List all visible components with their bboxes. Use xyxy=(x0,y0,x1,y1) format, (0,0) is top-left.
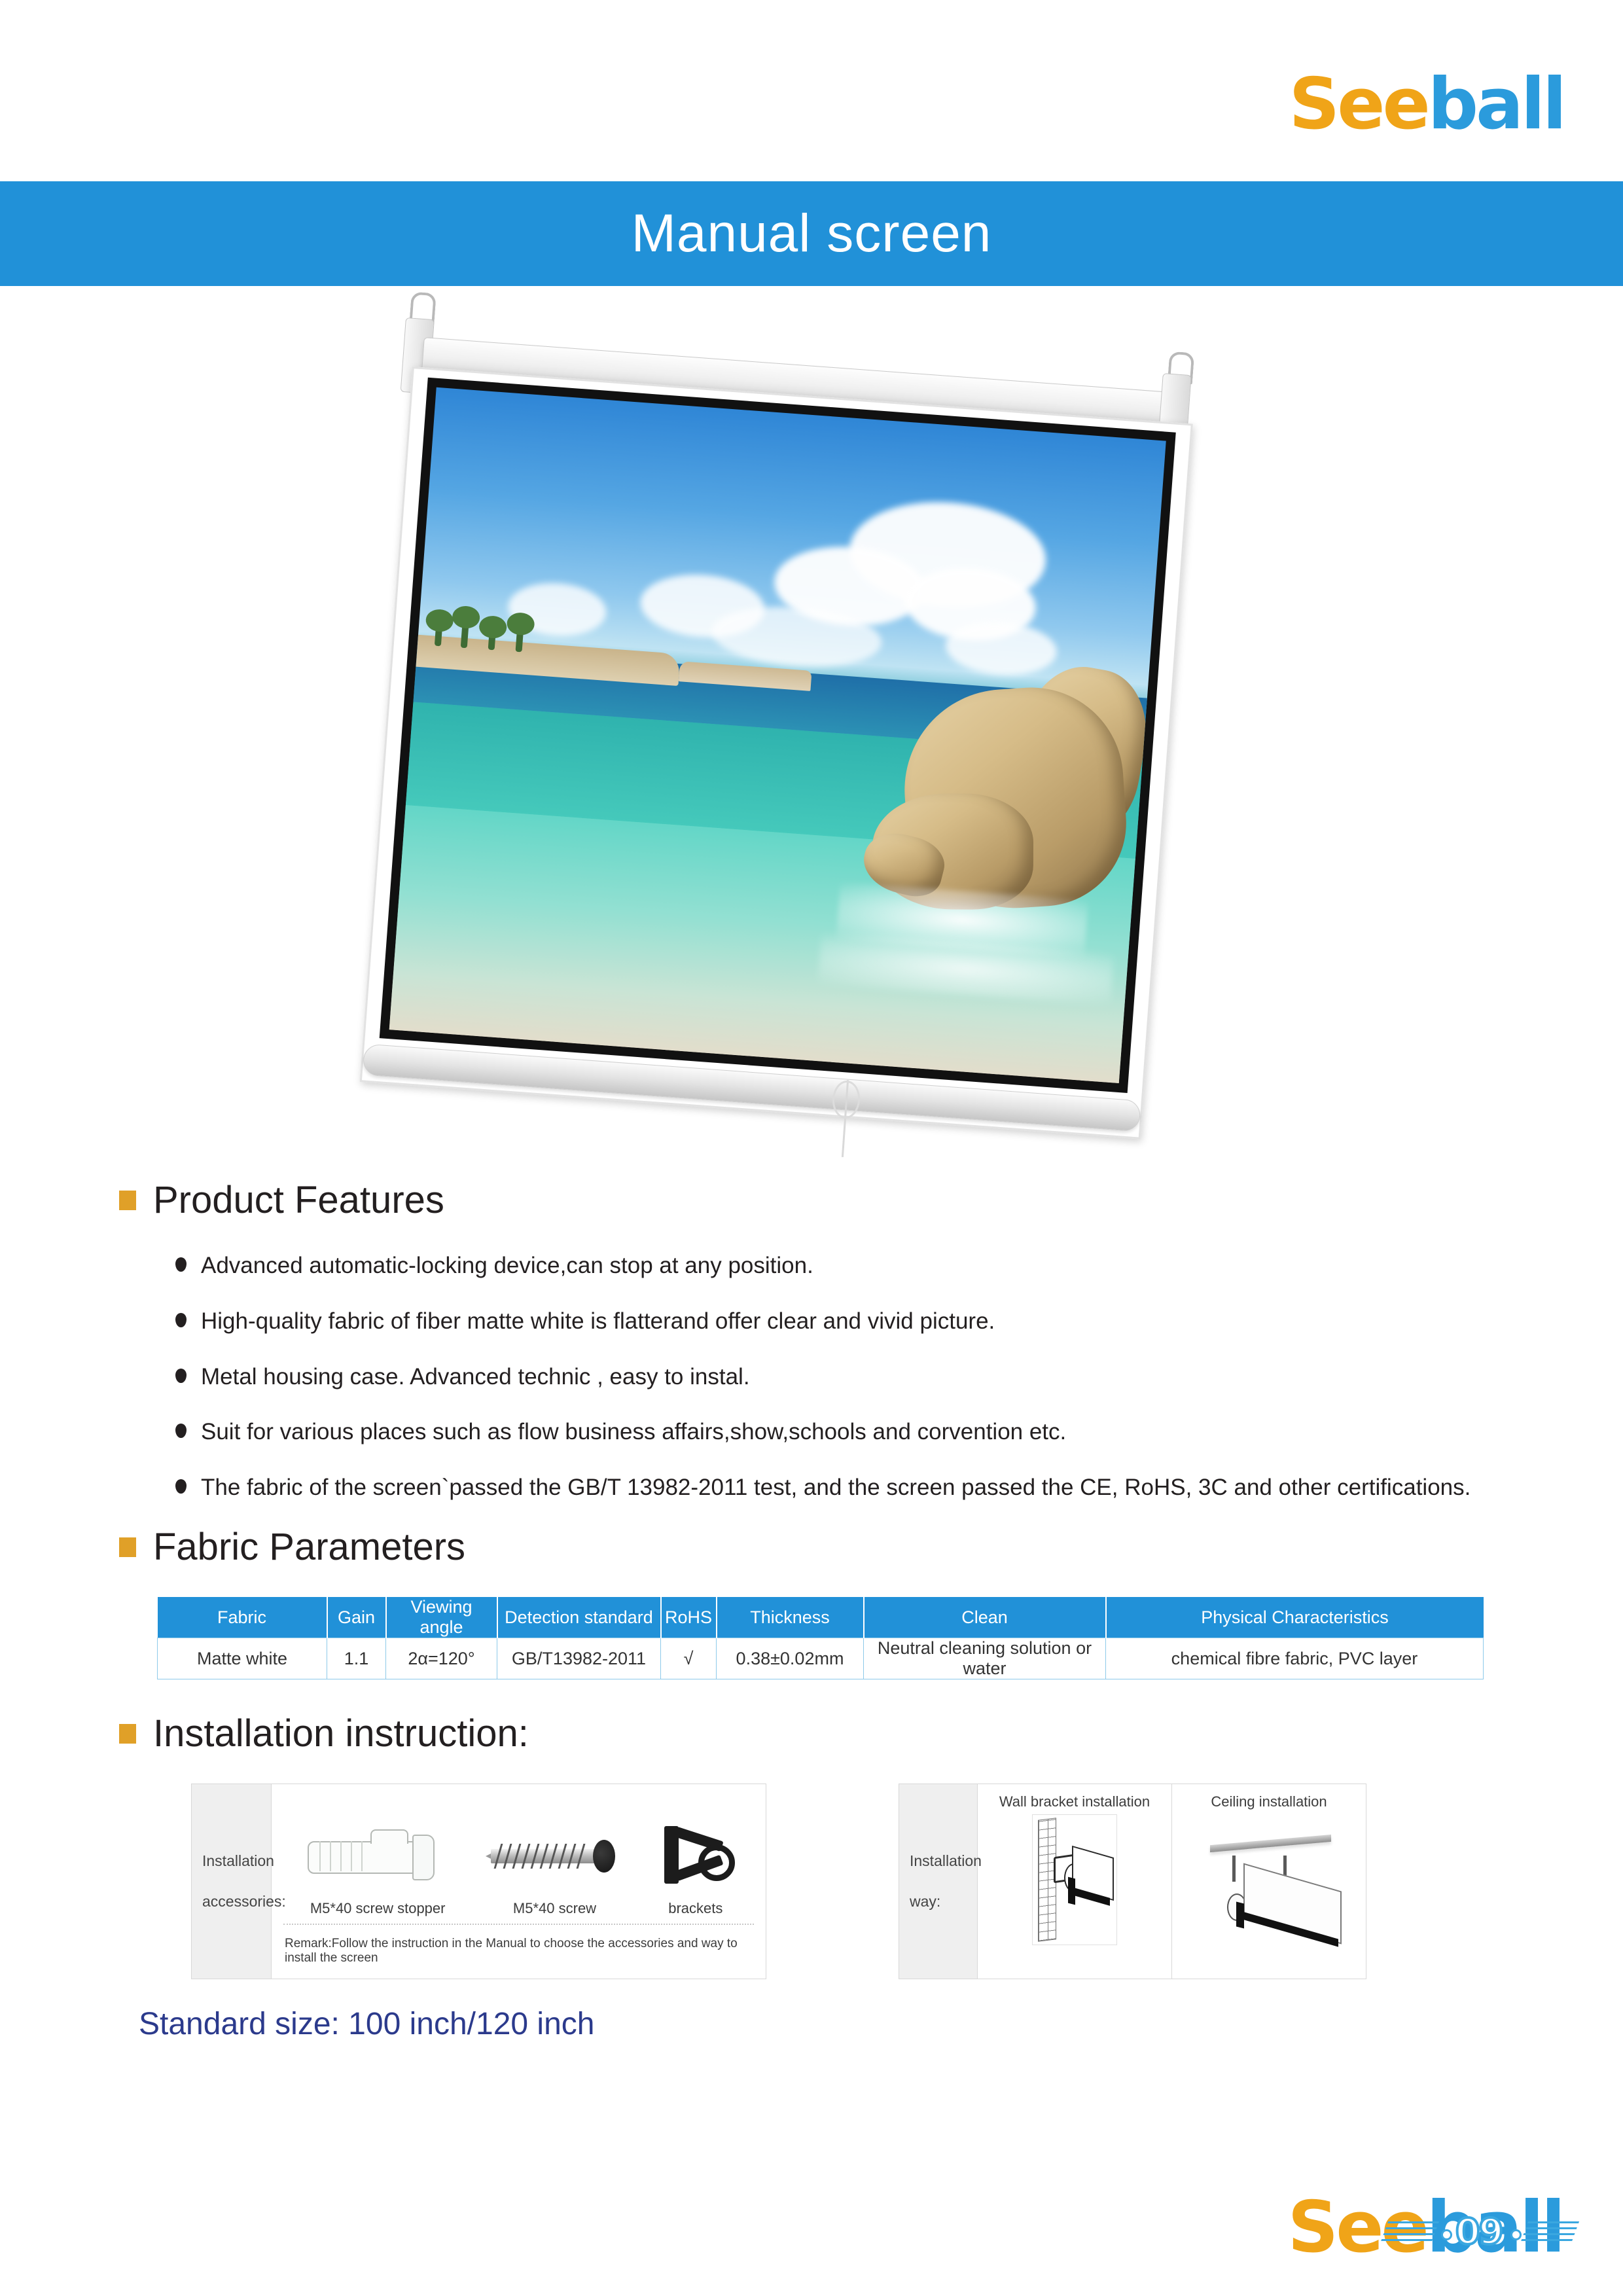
cloud-shape xyxy=(944,619,1059,679)
installation-accessories-label: Installation accessories: xyxy=(192,1784,286,1979)
bullet-dot-icon xyxy=(175,1479,187,1494)
list-item: Suit for various places such as flow bus… xyxy=(175,1418,1478,1446)
cell-clean: Neutral cleaning solution or water xyxy=(863,1638,1106,1679)
list-item: Advanced automatic-locking device,can st… xyxy=(175,1251,1478,1280)
column-header-fabric: Fabric xyxy=(157,1597,328,1638)
accessory-item: M5*40 screw xyxy=(486,1818,623,1917)
feature-text: Advanced automatic-locking device,can st… xyxy=(201,1253,813,1278)
column-header-gain: Gain xyxy=(327,1597,387,1638)
installation-way-option: Wall bracket installation xyxy=(978,1784,1171,1979)
accessory-label: M5*40 screw xyxy=(512,1900,597,1916)
list-item: The fabric of the screen`passed the GB/T… xyxy=(175,1473,1478,1502)
cell-thickness: 0.38±0.02mm xyxy=(716,1638,864,1679)
section-heading-label: Fabric Parameters xyxy=(153,1526,466,1568)
plastic-wall-anchor-icon xyxy=(308,1818,448,1895)
screw-icon xyxy=(486,1818,623,1895)
installation-accessories-panel: Installation accessories: M5*40 screw st… xyxy=(191,1784,766,1979)
section-heading-label: Product Features xyxy=(153,1179,444,1221)
bullet-dot-icon xyxy=(175,1424,187,1439)
page-title-banner: Manual screen xyxy=(0,181,1623,286)
section-heading-fabric-parameters: Fabric Parameters xyxy=(119,1525,465,1569)
installation-way-label: Installation way: xyxy=(899,1784,982,1979)
palm-tree-icon xyxy=(425,608,454,646)
column-header-detection-standard: Detection standard xyxy=(497,1597,662,1638)
logo-see-part: See xyxy=(1289,63,1430,145)
square-bullet-icon xyxy=(119,1190,136,1210)
feature-text: Metal housing case. Advanced technic , e… xyxy=(201,1363,750,1390)
screen-projected-picture xyxy=(389,387,1166,1084)
section-heading-installation-instruction: Installation instruction: xyxy=(119,1712,529,1755)
table-header-row: Fabric Gain Viewing angle Detection stan… xyxy=(157,1597,1484,1638)
fabric-parameters-table: Fabric Gain Viewing angle Detection stan… xyxy=(157,1597,1484,1679)
bullet-dot-icon xyxy=(175,1312,187,1327)
footer-logo: Seeball xyxy=(1287,2181,1565,2263)
list-item: High-quality fabric of fiber matte white… xyxy=(175,1307,1478,1336)
installation-way-option: Ceiling installation xyxy=(1171,1784,1366,1979)
accessory-label: brackets xyxy=(668,1900,723,1916)
accessory-item: M5*40 screw stopper xyxy=(308,1818,448,1917)
cell-fabric: Matte white xyxy=(157,1638,327,1679)
square-bullet-icon xyxy=(119,1723,136,1744)
footer-logo-ball-part: ball xyxy=(1426,2186,1565,2269)
footer-brand-logo-text: Seeball xyxy=(1287,2192,1565,2263)
feature-text: The fabric of the screen`passed the GB/T… xyxy=(201,1475,1471,1500)
feature-text: High-quality fabric of fiber matte white… xyxy=(201,1308,995,1334)
accessories-items: M5*40 screw stopper M5*40 screw brackets xyxy=(272,1784,766,1924)
cell-detection-standard: GB/T13982-2011 xyxy=(497,1638,661,1679)
way-label-line2: way: xyxy=(910,1893,941,1910)
installation-panels: Installation accessories: M5*40 screw st… xyxy=(191,1784,1366,1979)
page-title: Manual screen xyxy=(631,204,992,263)
column-header-physical-characteristics: Physical Characteristics xyxy=(1105,1597,1484,1638)
brand-logo-text: Seeball xyxy=(1289,69,1567,139)
wall-bracket-diagram-icon xyxy=(983,1814,1166,1972)
column-header-clean: Clean xyxy=(863,1597,1107,1638)
bracket-icon xyxy=(662,1818,735,1895)
section-heading-label: Installation instruction: xyxy=(153,1712,529,1755)
way-option-label: Wall bracket installation xyxy=(999,1793,1150,1810)
column-header-thickness: Thickness xyxy=(716,1597,865,1638)
product-features-list: Advanced automatic-locking device,can st… xyxy=(175,1251,1478,1529)
installation-way-panel: Installation way: Wall bracket installat… xyxy=(899,1784,1366,1979)
feature-text: Suit for various places such as flow bus… xyxy=(201,1419,1067,1445)
accessories-remark: Remark:Follow the instruction in the Man… xyxy=(285,1937,738,1965)
accessory-item: brackets xyxy=(662,1818,735,1917)
screen-surface xyxy=(359,367,1193,1139)
standard-size-text: Standard size: 100 inch/120 inch xyxy=(139,2007,595,2041)
column-header-rohs: RoHS xyxy=(660,1597,717,1638)
footer-logo-see-part: See xyxy=(1287,2186,1429,2269)
cell-physical-characteristics: chemical fibre fabric, PVC layer xyxy=(1105,1638,1484,1679)
logo-ball-part: ball xyxy=(1427,63,1567,145)
header-logo: Seeball xyxy=(1289,69,1567,139)
list-item: Metal housing case. Advanced technic , e… xyxy=(175,1363,1478,1391)
way-label-line1: Installation xyxy=(910,1852,982,1869)
column-header-viewing-angle: Viewing angle xyxy=(385,1597,498,1638)
accessory-label: M5*40 screw stopper xyxy=(310,1900,446,1916)
accessories-body: M5*40 screw stopper M5*40 screw brackets… xyxy=(272,1784,766,1979)
installation-way-body: Wall bracket installation Ceiling instal… xyxy=(978,1784,1366,1979)
ceiling-mount-diagram-icon xyxy=(1177,1814,1361,1972)
cell-gain: 1.1 xyxy=(327,1638,386,1679)
way-option-label: Ceiling installation xyxy=(1211,1793,1327,1810)
screen-black-border xyxy=(379,377,1176,1094)
palm-tree-icon xyxy=(452,605,481,648)
square-bullet-icon xyxy=(119,1537,136,1557)
bullet-dot-icon xyxy=(175,1368,187,1383)
palm-tree-icon xyxy=(478,615,508,650)
table-row: Matte white 1.1 2α=120° GB/T13982-2011 √… xyxy=(157,1638,1484,1679)
cell-rohs: √ xyxy=(660,1638,717,1679)
product-hero-image xyxy=(359,291,1237,1162)
section-heading-product-features: Product Features xyxy=(119,1178,444,1222)
palm-tree-icon xyxy=(506,611,535,653)
cell-viewing-angle: 2α=120° xyxy=(385,1638,497,1679)
bullet-dot-icon xyxy=(175,1257,187,1272)
